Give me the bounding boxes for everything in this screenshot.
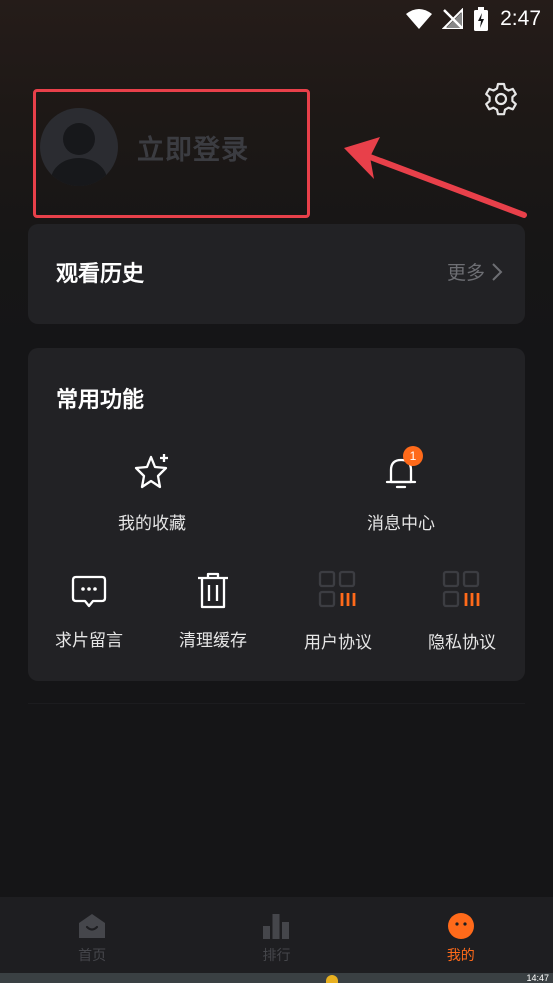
clear-cache-label: 清理缓存 [179,631,247,651]
grid-bars-icon [442,570,480,608]
default-avatar-icon [51,123,107,186]
gear-icon [485,82,517,116]
favorites-label: 我的收藏 [118,514,186,534]
request-label: 求片留言 [55,631,123,651]
common-functions-card: 常用功能 我的收藏 1 消息中心 求片留言 清理缓存 用户协议 隐私协议 [28,348,525,681]
battery-charging-icon [474,7,489,31]
clear-cache-item[interactable]: 清理缓存 [163,566,263,651]
grid-bars-icon [318,570,356,608]
message-center-item[interactable]: 1 消息中心 [351,446,451,534]
divider [28,703,525,704]
avatar [40,108,118,186]
user-agreement-item[interactable]: 用户协议 [288,566,388,653]
tab-ranking[interactable]: 排行 [184,897,368,973]
status-bar: 2:47 [0,0,553,38]
message-badge: 1 [403,446,423,466]
favorites-item[interactable]: 我的收藏 [102,448,202,534]
star-icon [134,454,168,489]
app-icon [326,975,338,983]
tab-ranking-label: 排行 [262,948,291,964]
ranking-icon [263,914,290,939]
request-item[interactable]: 求片留言 [39,566,139,651]
no-signal-icon [442,8,464,30]
functions-title: 常用功能 [56,388,145,413]
wifi-icon [406,9,433,29]
home-icon [79,914,106,938]
status-time: 2:47 [500,7,541,30]
tab-home[interactable]: 首页 [0,897,184,973]
trash-icon [198,572,228,609]
tab-home-label: 首页 [78,948,107,964]
watch-history-card[interactable]: 观看历史 更多 [28,224,525,324]
privacy-agreement-item[interactable]: 隐私协议 [412,566,512,653]
privacy-agreement-label: 隐私协议 [428,633,496,653]
login-label[interactable]: 立即登录 [137,128,249,167]
bottom-tab-bar: 首页 排行 我的 [0,897,553,973]
history-title: 观看历史 [56,262,145,287]
user-agreement-label: 用户协议 [304,633,372,653]
message-center-label: 消息中心 [367,514,435,534]
system-time: 14:47 [526,973,549,983]
profile-face-icon [447,913,474,939]
settings-button[interactable] [481,79,521,119]
chat-bubble-icon [71,575,107,608]
chevron-right-icon [492,262,503,281]
system-taskbar-strip: 14:47 [0,973,553,983]
more-label: 更多 [446,262,485,284]
history-more-link[interactable]: 更多 [447,258,503,285]
tab-mine[interactable]: 我的 [369,897,553,973]
tab-mine-label: 我的 [446,948,475,964]
login-area[interactable]: 立即登录 [40,97,300,197]
